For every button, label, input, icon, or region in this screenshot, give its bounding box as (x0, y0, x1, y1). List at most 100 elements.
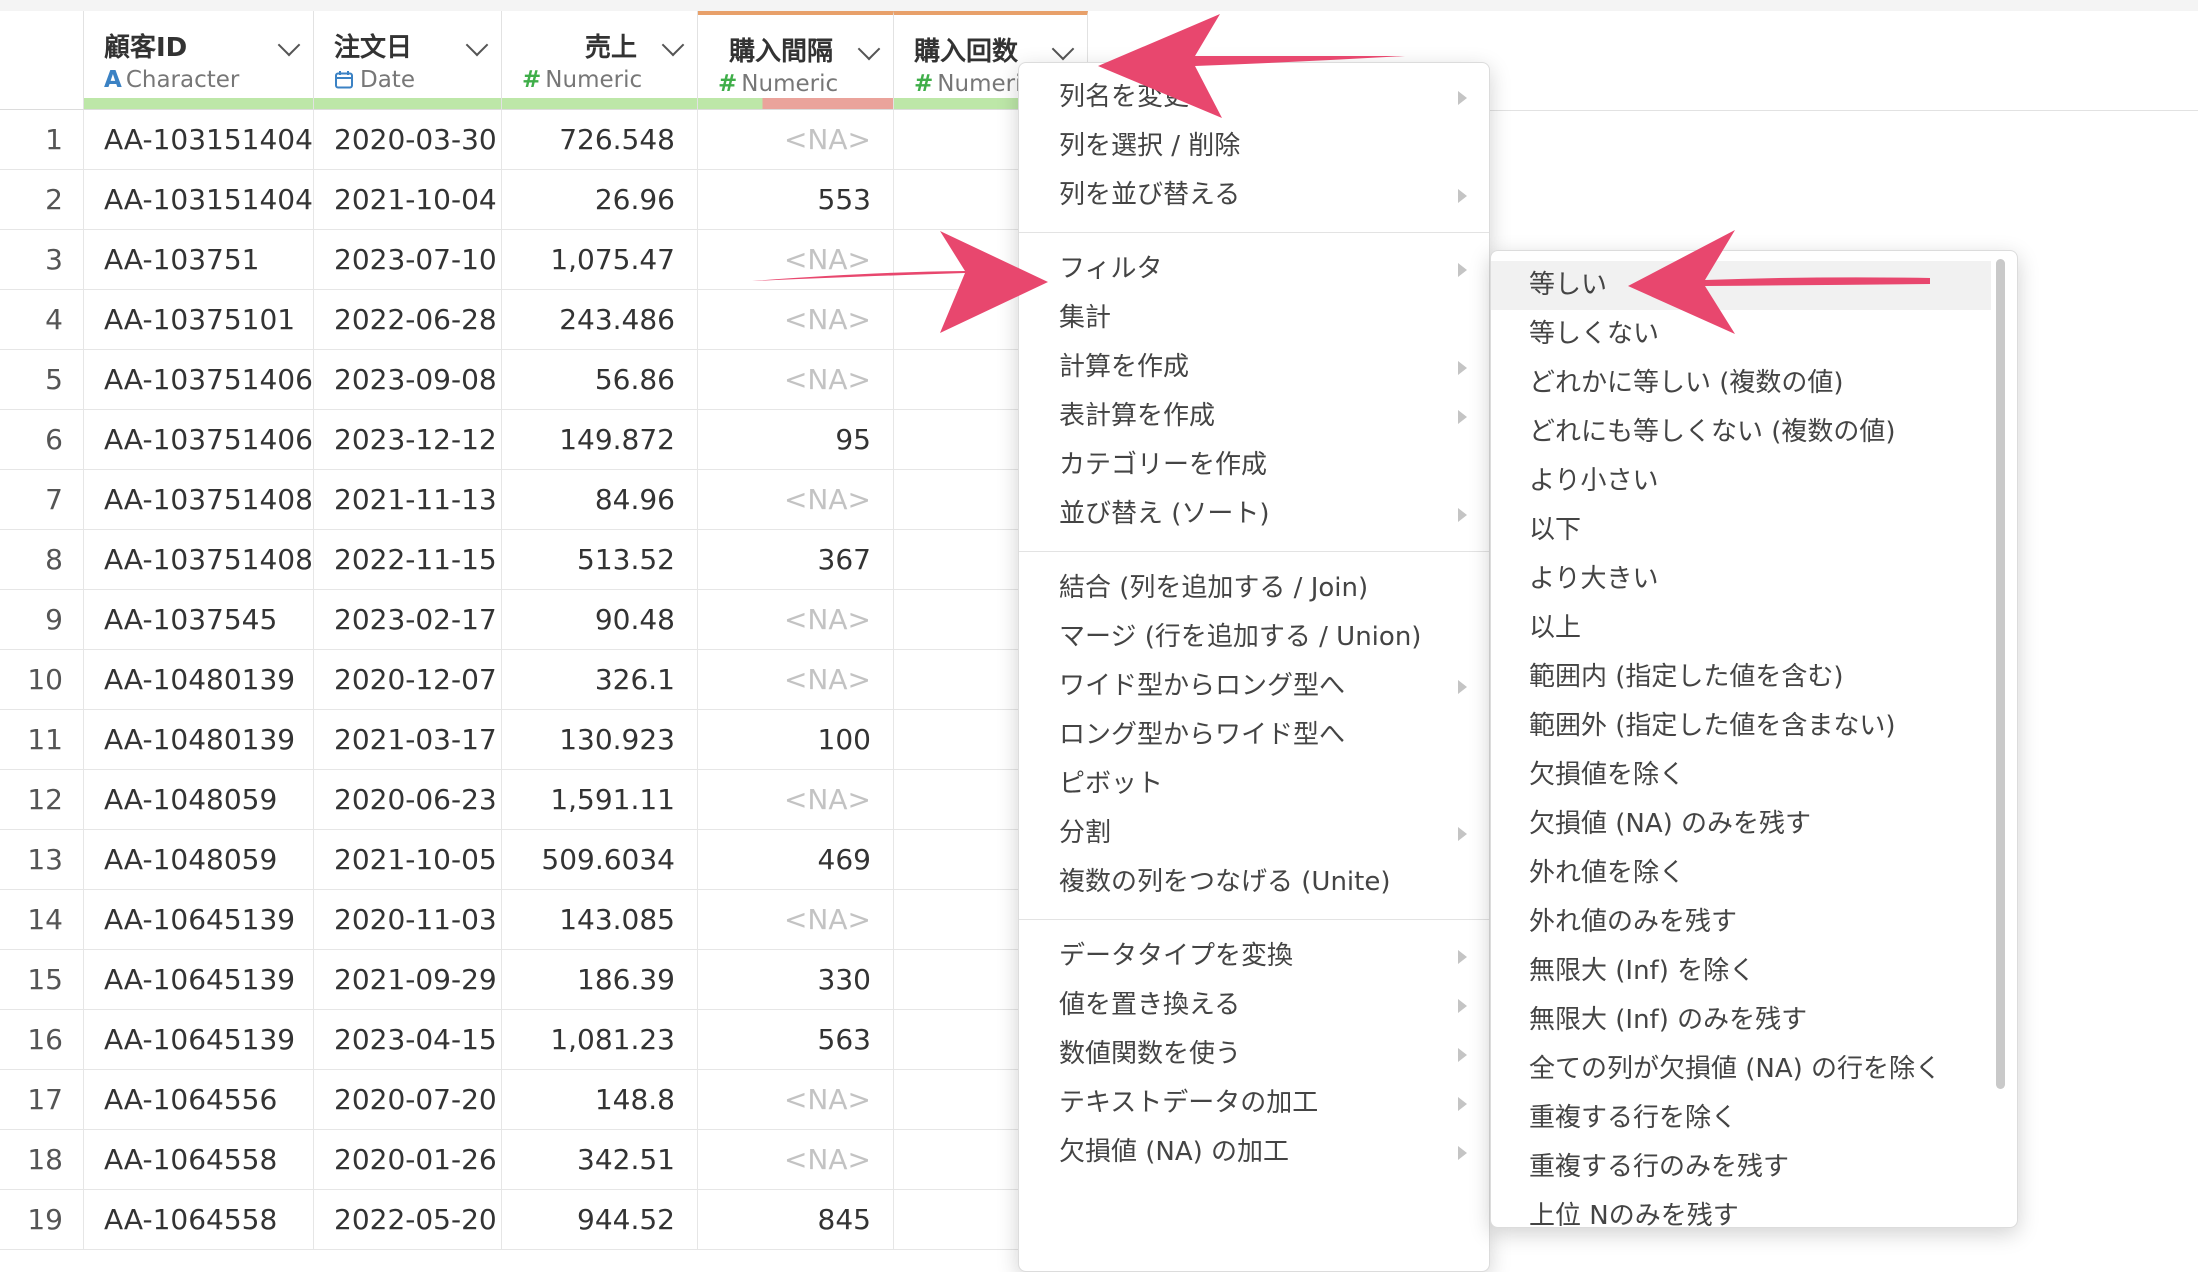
menu-item[interactable]: 複数の列をつなげる (Unite) (1019, 858, 1489, 907)
cell-purchase-interval[interactable]: <NA> (698, 1130, 894, 1190)
cell-purchase-interval[interactable]: 330 (698, 950, 894, 1010)
filter-option[interactable]: 欠損値 (NA) のみを残す (1491, 800, 1991, 849)
chevron-down-icon[interactable] (661, 33, 685, 57)
cell-order-date[interactable]: 2021-10-04 (314, 170, 502, 230)
row-number[interactable]: 11 (0, 710, 84, 770)
cell-sales[interactable]: 509.6034 (502, 830, 698, 890)
row-number[interactable]: 8 (0, 530, 84, 590)
cell-customer-id[interactable]: AA-103751406 (84, 350, 314, 410)
filter-option[interactable]: どれにも等しくない (複数の値) (1491, 408, 1991, 457)
cell-sales[interactable]: 1,591.11 (502, 770, 698, 830)
cell-purchase-interval[interactable]: 367 (698, 530, 894, 590)
cell-sales[interactable]: 513.52 (502, 530, 698, 590)
row-number[interactable]: 9 (0, 590, 84, 650)
cell-sales[interactable]: 186.39 (502, 950, 698, 1010)
menu-item[interactable]: 計算を作成 (1019, 343, 1489, 392)
cell-customer-id[interactable]: AA-10375101 (84, 290, 314, 350)
cell-sales[interactable]: 726.548 (502, 110, 698, 170)
cell-customer-id[interactable]: AA-1064556 (84, 1070, 314, 1130)
cell-purchase-interval[interactable]: <NA> (698, 890, 894, 950)
column-header-customer-id[interactable]: 顧客ID A Character (84, 11, 314, 110)
row-number[interactable]: 7 (0, 470, 84, 530)
cell-purchase-interval[interactable]: <NA> (698, 650, 894, 710)
cell-order-date[interactable]: 2023-02-17 (314, 590, 502, 650)
row-number[interactable]: 16 (0, 1010, 84, 1070)
cell-sales[interactable]: 326.1 (502, 650, 698, 710)
cell-sales[interactable]: 143.085 (502, 890, 698, 950)
cell-customer-id[interactable]: AA-10480139 (84, 650, 314, 710)
filter-option[interactable]: 重複する行のみを残す (1491, 1143, 1991, 1192)
row-number[interactable]: 13 (0, 830, 84, 890)
cell-order-date[interactable]: 2021-09-29 (314, 950, 502, 1010)
cell-order-date[interactable]: 2020-12-07 (314, 650, 502, 710)
filter-option[interactable]: 重複する行を除く (1491, 1094, 1991, 1143)
row-number[interactable]: 3 (0, 230, 84, 290)
cell-order-date[interactable]: 2020-06-23 (314, 770, 502, 830)
filter-option[interactable]: 等しい (1491, 261, 1991, 310)
filter-option[interactable]: 等しくない (1491, 310, 1991, 359)
menu-item[interactable]: ワイド型からロング型へ (1019, 662, 1489, 711)
submenu-scrollbar[interactable] (1996, 259, 2005, 1089)
row-number[interactable]: 2 (0, 170, 84, 230)
chevron-down-icon[interactable] (1051, 37, 1075, 61)
menu-item[interactable]: 値を置き換える (1019, 981, 1489, 1030)
row-number[interactable]: 5 (0, 350, 84, 410)
cell-purchase-interval[interactable]: 100 (698, 710, 894, 770)
cell-purchase-interval[interactable]: <NA> (698, 1070, 894, 1130)
menu-item[interactable]: 数値関数を使う (1019, 1030, 1489, 1079)
cell-customer-id[interactable]: AA-10645139 (84, 950, 314, 1010)
cell-sales[interactable]: 130.923 (502, 710, 698, 770)
row-number[interactable]: 6 (0, 410, 84, 470)
filter-option[interactable]: 以下 (1491, 506, 1991, 555)
cell-purchase-interval[interactable]: <NA> (698, 770, 894, 830)
cell-sales[interactable]: 90.48 (502, 590, 698, 650)
menu-item[interactable]: テキストデータの加工 (1019, 1079, 1489, 1128)
cell-sales[interactable]: 1,075.47 (502, 230, 698, 290)
cell-customer-id[interactable]: AA-10480139 (84, 710, 314, 770)
cell-purchase-interval[interactable]: 95 (698, 410, 894, 470)
cell-customer-id[interactable]: AA-103751408 (84, 470, 314, 530)
menu-item[interactable]: 列名を変更 (1019, 73, 1489, 122)
cell-customer-id[interactable]: AA-1048059 (84, 830, 314, 890)
cell-customer-id[interactable]: AA-103151404 (84, 110, 314, 170)
cell-order-date[interactable]: 2021-10-05 (314, 830, 502, 890)
cell-sales[interactable]: 26.96 (502, 170, 698, 230)
cell-sales[interactable]: 84.96 (502, 470, 698, 530)
cell-order-date[interactable]: 2020-11-03 (314, 890, 502, 950)
cell-purchase-interval[interactable]: <NA> (698, 470, 894, 530)
cell-customer-id[interactable]: AA-1048059 (84, 770, 314, 830)
cell-sales[interactable]: 149.872 (502, 410, 698, 470)
chevron-down-icon[interactable] (277, 33, 301, 57)
filter-option[interactable]: 以上 (1491, 604, 1991, 653)
chevron-down-icon[interactable] (465, 33, 489, 57)
cell-order-date[interactable]: 2020-03-30 (314, 110, 502, 170)
row-number[interactable]: 12 (0, 770, 84, 830)
cell-customer-id[interactable]: AA-103751408 (84, 530, 314, 590)
filter-option[interactable]: より小さい (1491, 457, 1991, 506)
filter-option[interactable]: 範囲外 (指定した値を含まない) (1491, 702, 1991, 751)
menu-item[interactable]: 欠損値 (NA) の加工 (1019, 1128, 1489, 1177)
cell-sales[interactable]: 1,081.23 (502, 1010, 698, 1070)
cell-purchase-interval[interactable]: 563 (698, 1010, 894, 1070)
menu-item[interactable]: 列を並び替える (1019, 171, 1489, 220)
filter-option[interactable]: どれかに等しい (複数の値) (1491, 359, 1991, 408)
column-header-order-date[interactable]: 注文日 Date (314, 11, 502, 110)
filter-option[interactable]: 欠損値を除く (1491, 751, 1991, 800)
cell-customer-id[interactable]: AA-10645139 (84, 1010, 314, 1070)
filter-option[interactable]: より大きい (1491, 555, 1991, 604)
menu-item[interactable]: マージ (行を追加する / Union) (1019, 613, 1489, 662)
cell-customer-id[interactable]: AA-10645139 (84, 890, 314, 950)
menu-item[interactable]: 表計算を作成 (1019, 392, 1489, 441)
chevron-down-icon[interactable] (857, 37, 881, 61)
menu-item[interactable]: ロング型からワイド型へ (1019, 711, 1489, 760)
menu-item[interactable]: カテゴリーを作成 (1019, 441, 1489, 490)
menu-item[interactable]: 結合 (列を追加する / Join) (1019, 564, 1489, 613)
cell-order-date[interactable]: 2023-12-12 (314, 410, 502, 470)
cell-purchase-interval[interactable]: 553 (698, 170, 894, 230)
cell-order-date[interactable]: 2020-01-26 (314, 1130, 502, 1190)
cell-purchase-interval[interactable]: <NA> (698, 230, 894, 290)
cell-customer-id[interactable]: AA-103751 (84, 230, 314, 290)
cell-sales[interactable]: 56.86 (502, 350, 698, 410)
cell-customer-id[interactable]: AA-103151404 (84, 170, 314, 230)
cell-order-date[interactable]: 2021-11-13 (314, 470, 502, 530)
